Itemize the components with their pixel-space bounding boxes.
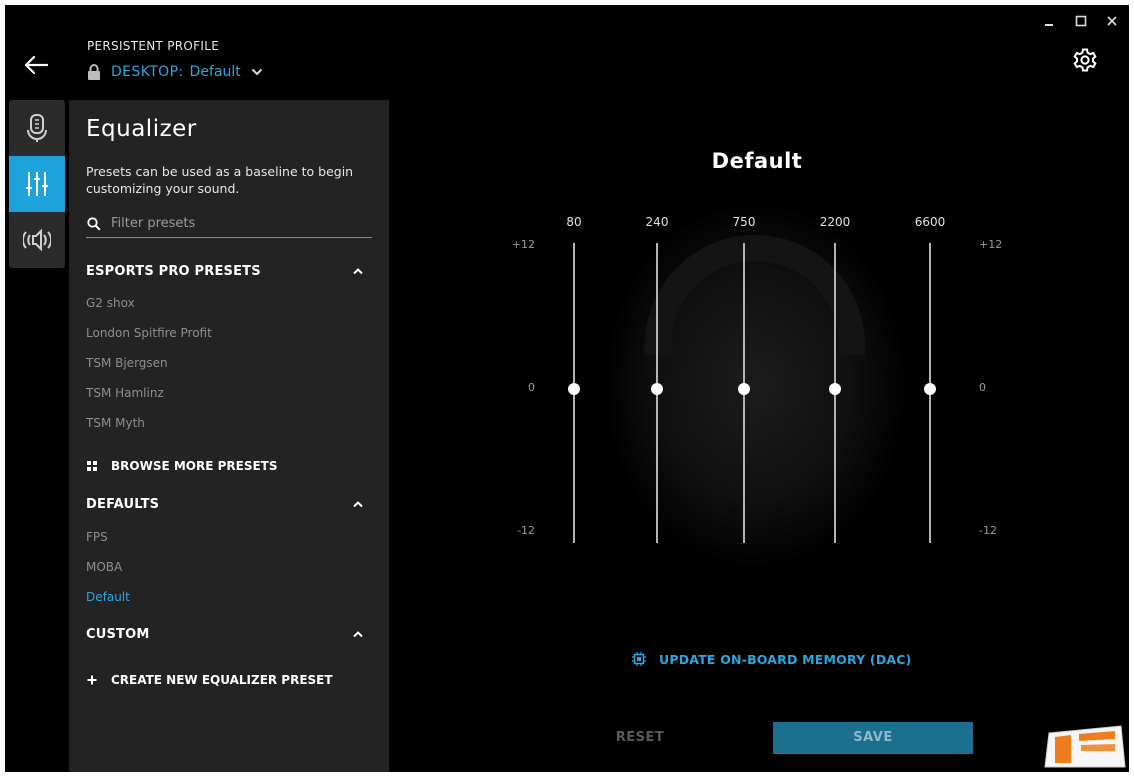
settings-button[interactable] [1072,47,1098,73]
panel-description: Presets can be used as a baseline to beg… [86,164,354,196]
band-slider-knob[interactable] [651,383,663,395]
minimize-button[interactable] [1041,13,1057,29]
section-title: CUSTOM [86,626,150,642]
preset-item[interactable]: FPS [86,530,108,544]
back-button[interactable] [23,55,49,75]
browse-more-presets-button[interactable]: BROWSE MORE PRESETS [86,457,278,475]
band-slider-knob[interactable] [924,383,936,395]
preset-item[interactable]: TSM Hamlinz [86,386,164,400]
chevron-up-icon [353,268,363,275]
app-window: PERSISTENT PROFILE DESKTOP: Default Equa… [5,5,1129,772]
band-slider-knob[interactable] [829,383,841,395]
browse-more-label: BROWSE MORE PRESETS [111,459,278,473]
maximize-icon [1075,15,1087,27]
preset-item[interactable]: MOBA [86,560,122,574]
section-title: ESPORTS PRO PRESETS [86,263,261,279]
section-header-defaults[interactable]: DEFAULTS [86,494,364,514]
band-frequency-label: 750 [732,215,756,229]
lock-icon [87,63,101,81]
section-title: DEFAULTS [86,496,160,512]
filter-input[interactable] [111,216,351,231]
chip-icon [632,652,646,666]
preset-item[interactable]: TSM Bjergsen [86,356,168,370]
scale-top-right: +12 [979,238,1003,251]
eq-preset-title: Default [711,149,803,173]
band-frequency-label: 240 [645,215,669,229]
equalizer-icon [26,172,48,196]
preset-item[interactable]: G2 shox [86,296,135,310]
update-memory-label: UPDATE ON-BOARD MEMORY (DAC) [659,651,912,667]
search-icon [87,216,101,231]
band-slider-knob[interactable] [738,383,750,395]
band-frequency-label: 6600 [914,215,946,229]
grid-icon [87,461,97,471]
scale-bottom-right: -12 [979,524,997,537]
scale-top-left: +12 [511,238,535,251]
filter-field[interactable] [86,210,372,238]
speaker-icon [23,228,51,252]
create-preset-label: CREATE NEW EQUALIZER PRESET [111,673,333,687]
presets-panel: Equalizer Presets can be used as a basel… [69,100,389,772]
band-frequency-label: 2200 [819,215,851,229]
reset-button[interactable]: RESET [595,722,685,754]
preset-item-active[interactable]: Default [86,590,130,604]
section-header-esports[interactable]: ESPORTS PRO PRESETS [86,261,364,281]
plus-icon [87,675,97,685]
scale-bottom-left: -12 [517,524,535,537]
feature-rail [9,100,65,268]
panel-title: Equalizer [86,116,197,142]
gear-icon [1073,48,1097,72]
profile-selector[interactable]: DESKTOP: Default [87,62,263,82]
band-slider-knob[interactable] [568,383,580,395]
profile-name: Default [189,64,241,80]
save-button[interactable]: SAVE [773,722,973,754]
profile-kicker: PERSISTENT PROFILE [87,39,220,53]
rail-item-equalizer[interactable] [9,156,65,212]
profile-prefix: DESKTOP: [111,64,184,80]
create-preset-button[interactable]: CREATE NEW EQUALIZER PRESET [86,671,333,689]
band-frequency-label: 80 [566,215,582,229]
arrow-left-icon [24,55,49,75]
rail-item-microphone[interactable] [9,100,65,156]
chevron-up-icon [353,501,363,508]
scale-mid-right: 0 [979,381,986,394]
chevron-up-icon [353,631,363,638]
rail-item-surround[interactable] [9,212,65,268]
close-icon [1107,16,1117,26]
preset-item[interactable]: London Spitfire Profit [86,326,212,340]
microphone-icon [27,114,47,142]
minimize-icon [1045,24,1053,26]
chevron-down-icon [251,68,262,76]
maximize-button[interactable] [1073,13,1089,29]
close-button[interactable] [1104,13,1120,29]
site-logo-watermark [1044,725,1126,768]
preset-item[interactable]: TSM Myth [86,416,145,430]
section-header-custom[interactable]: CUSTOM [86,624,364,644]
update-memory-button[interactable]: UPDATE ON-BOARD MEMORY (DAC) [631,649,912,669]
scale-mid-left: 0 [528,381,535,394]
